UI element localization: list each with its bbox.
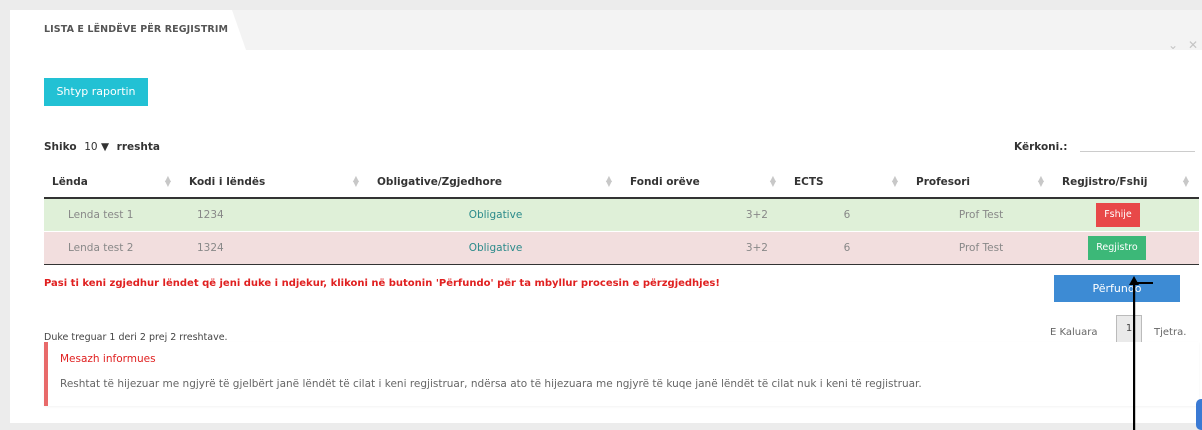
- info-message: Mesazh informues Reshtat të hijezuar me …: [44, 342, 1199, 406]
- cell-fondi: 3+2: [622, 198, 786, 232]
- column-header-profesori[interactable]: Profesori ▲ ▼: [908, 166, 1054, 199]
- sort-icon: ▲ ▼: [1182, 174, 1189, 188]
- column-header-kodi[interactable]: Kodi i lëndës ▲ ▼: [181, 166, 369, 199]
- collapse-icon[interactable]: ⌄: [1168, 38, 1178, 52]
- info-message-text: Reshtat të hijezuar me ngjyrë të gjelbër…: [60, 378, 922, 390]
- length-prefix: Shiko: [44, 141, 77, 153]
- finish-warning: Pasi ti keni zgjedhur lëndet që jeni duk…: [44, 278, 720, 289]
- print-report-button[interactable]: Shtyp raportin: [44, 78, 148, 106]
- register-button[interactable]: Regjistro: [1088, 235, 1146, 260]
- page-length-value: 10: [84, 141, 98, 153]
- cell-action: Regjistro: [1054, 231, 1199, 265]
- table-row: Lenda test 1 1234 Obligative 3+2 6 Prof …: [44, 198, 1199, 232]
- column-header-lenda[interactable]: Lënda ▲ ▼: [44, 166, 181, 199]
- finish-button[interactable]: Përfundo: [1054, 275, 1180, 302]
- page-length-select[interactable]: 10 ▼: [84, 141, 109, 153]
- column-header-action[interactable]: Regjistro/Fshij ▲ ▼: [1054, 166, 1199, 199]
- tab-bar: LISTA E LËNDËVE PËR REGJISTRIM ⌄ ✕: [10, 10, 1202, 52]
- search-label: Kërkoni.:: [1014, 141, 1068, 153]
- cell-lenda: Lenda test 1: [44, 198, 181, 232]
- pagination-next[interactable]: Tjetra.: [1154, 327, 1186, 338]
- table-row: Lenda test 2 1324 Obligative 3+2 6 Prof …: [44, 231, 1199, 265]
- sort-icon: ▲ ▼: [164, 174, 171, 188]
- chevron-down-icon: ▼: [100, 141, 110, 153]
- cell-action: Fshije: [1054, 198, 1199, 232]
- course-table: Lënda ▲ ▼ Kodi i lëndës ▲ ▼ Obligative/Zgjed…: [44, 166, 1199, 265]
- cell-tipi: Obligative: [369, 231, 622, 265]
- cell-kodi: 1324: [181, 231, 369, 265]
- search-input[interactable]: [1080, 130, 1195, 152]
- cell-lenda: Lenda test 2: [44, 231, 181, 265]
- cell-kodi: 1234: [181, 198, 369, 232]
- sort-icon: ▲ ▼: [891, 174, 898, 188]
- cell-fondi: 3+2: [622, 231, 786, 265]
- window-controls: ⌄ ✕: [1162, 38, 1198, 52]
- side-tab[interactable]: [1196, 399, 1202, 430]
- delete-button[interactable]: Fshije: [1096, 202, 1140, 227]
- cell-ects: 6: [786, 198, 908, 232]
- sort-icon: ▲ ▼: [1037, 174, 1044, 188]
- column-header-fondi[interactable]: Fondi orëve ▲ ▼: [622, 166, 786, 199]
- cell-ects: 6: [786, 231, 908, 265]
- pagination-previous[interactable]: E Kaluara: [1050, 327, 1098, 338]
- sort-icon: ▲ ▼: [769, 174, 776, 188]
- tab-course-list[interactable]: LISTA E LËNDËVE PËR REGJISTRIM: [10, 10, 250, 50]
- cell-profesori: Prof Test: [908, 198, 1054, 232]
- column-header-tipi[interactable]: Obligative/Zgjedhore ▲ ▼: [369, 166, 622, 199]
- column-header-ects[interactable]: ECTS ▲ ▼: [786, 166, 908, 199]
- length-suffix: rreshta: [116, 141, 160, 153]
- page-length-control: Shiko 10 ▼ rreshta: [44, 141, 160, 153]
- sort-icon: ▲ ▼: [352, 174, 359, 188]
- sort-icon: ▲ ▼: [605, 174, 612, 188]
- cell-profesori: Prof Test: [908, 231, 1054, 265]
- cell-tipi: Obligative: [369, 198, 622, 232]
- cursor-icon: [1126, 276, 1156, 430]
- close-icon[interactable]: ✕: [1188, 38, 1198, 52]
- info-message-title: Mesazh informues: [60, 353, 156, 365]
- tab-title: LISTA E LËNDËVE PËR REGJISTRIM: [44, 24, 229, 35]
- course-registration-panel: LISTA E LËNDËVE PËR REGJISTRIM ⌄ ✕ Shtyp…: [10, 10, 1202, 423]
